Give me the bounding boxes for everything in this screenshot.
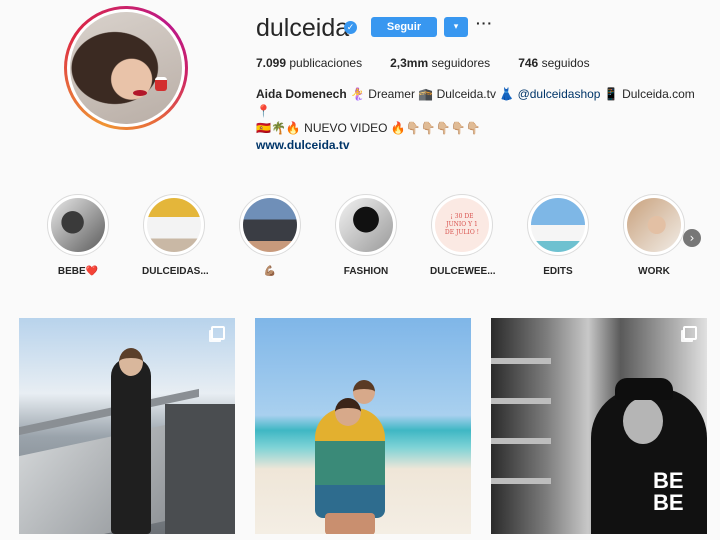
followers-label: seguidores [431, 56, 491, 70]
highlight-item-bebe[interactable]: BEBE❤️ [46, 194, 110, 277]
story-highlights: BEBE❤️ DULCEIDAS... 💪🏽 FASHION ¡ 30 DE J… [46, 194, 718, 277]
following-count: 746 [518, 56, 539, 70]
carousel-icon [683, 326, 697, 340]
highlight-thumbnail-text: ¡ 30 DE JUNIO Y 1 DE JULIO ! [444, 213, 480, 236]
post-shelf [491, 398, 551, 404]
post-hat [615, 378, 673, 400]
bio-full-name: Aida Domenech [256, 87, 347, 101]
post-thumbnail[interactable] [255, 318, 471, 534]
highlight-label: 💪🏽 [263, 266, 277, 277]
post-thumbnail[interactable] [19, 318, 235, 534]
post-person [111, 358, 151, 534]
avatar-earring [155, 76, 168, 91]
highlight-thumbnail [147, 198, 201, 252]
post-person-legs [325, 513, 375, 534]
post-thumbnail[interactable]: BE BE [491, 318, 707, 534]
post-person-head [335, 398, 361, 426]
posts-count: 7.099 [256, 56, 287, 70]
highlight-label: BEBE❤️ [57, 266, 99, 277]
highlight-label: DULCEIDAS... [142, 266, 209, 277]
highlight-ring: ¡ 30 DE JUNIO Y 1 DE JULIO ! [431, 194, 493, 256]
profile-avatar[interactable] [64, 6, 188, 130]
bio-line-1: Aida Domenech 🧜‍♀️ Dreamer 🕋 Dulceida.tv… [256, 86, 696, 120]
followers-stat[interactable]: 2,3mm seguidores [390, 56, 490, 70]
bio-website-link[interactable]: www.dulceida.tv [256, 137, 696, 154]
post-bridge-wall [19, 419, 189, 534]
highlight-thumbnail [339, 198, 393, 252]
bio-text-1: 🧜‍♀️ Dreamer 🕋 Dulceida.tv 👗 [346, 87, 518, 101]
post-shelf [491, 358, 551, 364]
more-options-icon[interactable]: ··· [476, 15, 493, 31]
post-shelf [491, 478, 551, 484]
highlight-label: EDITS [543, 266, 573, 277]
highlight-ring [239, 194, 301, 256]
highlight-ring [623, 194, 685, 256]
bio-line-2: 🇪🇸🌴🔥 NUEVO VIDEO 🔥👇🏼👇🏼👇🏼👇🏼👇🏼 [256, 121, 481, 135]
post-person-head [119, 348, 143, 376]
highlight-thumbnail [51, 198, 105, 252]
highlights-next-arrow-icon[interactable]: › [683, 229, 701, 247]
avatar-lips [132, 90, 147, 97]
highlight-thumbnail [627, 198, 681, 252]
profile-bio: Aida Domenech 🧜‍♀️ Dreamer 🕋 Dulceida.tv… [256, 86, 696, 154]
post-shirt-text: BE BE [653, 468, 684, 515]
verified-badge-icon: ✓ [344, 21, 357, 34]
highlight-item-work[interactable]: WORK [622, 194, 686, 277]
post-road [165, 404, 235, 534]
highlight-label: DULCEWEE... [430, 266, 496, 277]
highlight-item-fashion[interactable]: FASHION [334, 194, 398, 277]
posts-label: publicaciones [289, 56, 363, 70]
post-person-face [623, 398, 663, 444]
posts-grid: BE BE [19, 318, 707, 534]
highlight-item-dulceweekend[interactable]: ¡ 30 DE JUNIO Y 1 DE JULIO ! DULCEWEE... [430, 194, 496, 277]
highlight-thumbnail [243, 198, 297, 252]
post-person-head [353, 380, 375, 404]
post-shelf [491, 438, 551, 444]
avatar-frame [67, 9, 185, 127]
suggestions-dropdown-button[interactable]: ▾ [444, 17, 468, 37]
posts-stat: 7.099 publicaciones [256, 56, 362, 70]
highlight-item-dulceidas[interactable]: DULCEIDAS... [142, 194, 209, 277]
highlight-ring [47, 194, 109, 256]
bio-mention-link[interactable]: @dulceidashop [518, 87, 601, 101]
followers-count: 2,3mm [390, 56, 429, 70]
highlight-label: FASHION [343, 266, 389, 277]
follow-button[interactable]: Seguir [371, 17, 437, 37]
highlight-ring [143, 194, 205, 256]
highlight-thumbnail [531, 198, 585, 252]
following-label: seguidos [541, 56, 590, 70]
highlight-ring [527, 194, 589, 256]
profile-stats: 7.099 publicaciones 2,3mm seguidores 746… [256, 56, 618, 70]
highlight-label: WORK [638, 266, 670, 277]
following-stat[interactable]: 746 seguidos [518, 56, 589, 70]
highlight-item-strong[interactable]: 💪🏽 [238, 194, 302, 277]
profile-username: dulceida [256, 14, 350, 42]
highlight-thumbnail: ¡ 30 DE JUNIO Y 1 DE JULIO ! [435, 198, 489, 252]
highlight-item-edits[interactable]: EDITS [526, 194, 590, 277]
carousel-icon [211, 326, 225, 340]
avatar-photo [70, 12, 182, 124]
highlight-ring [335, 194, 397, 256]
